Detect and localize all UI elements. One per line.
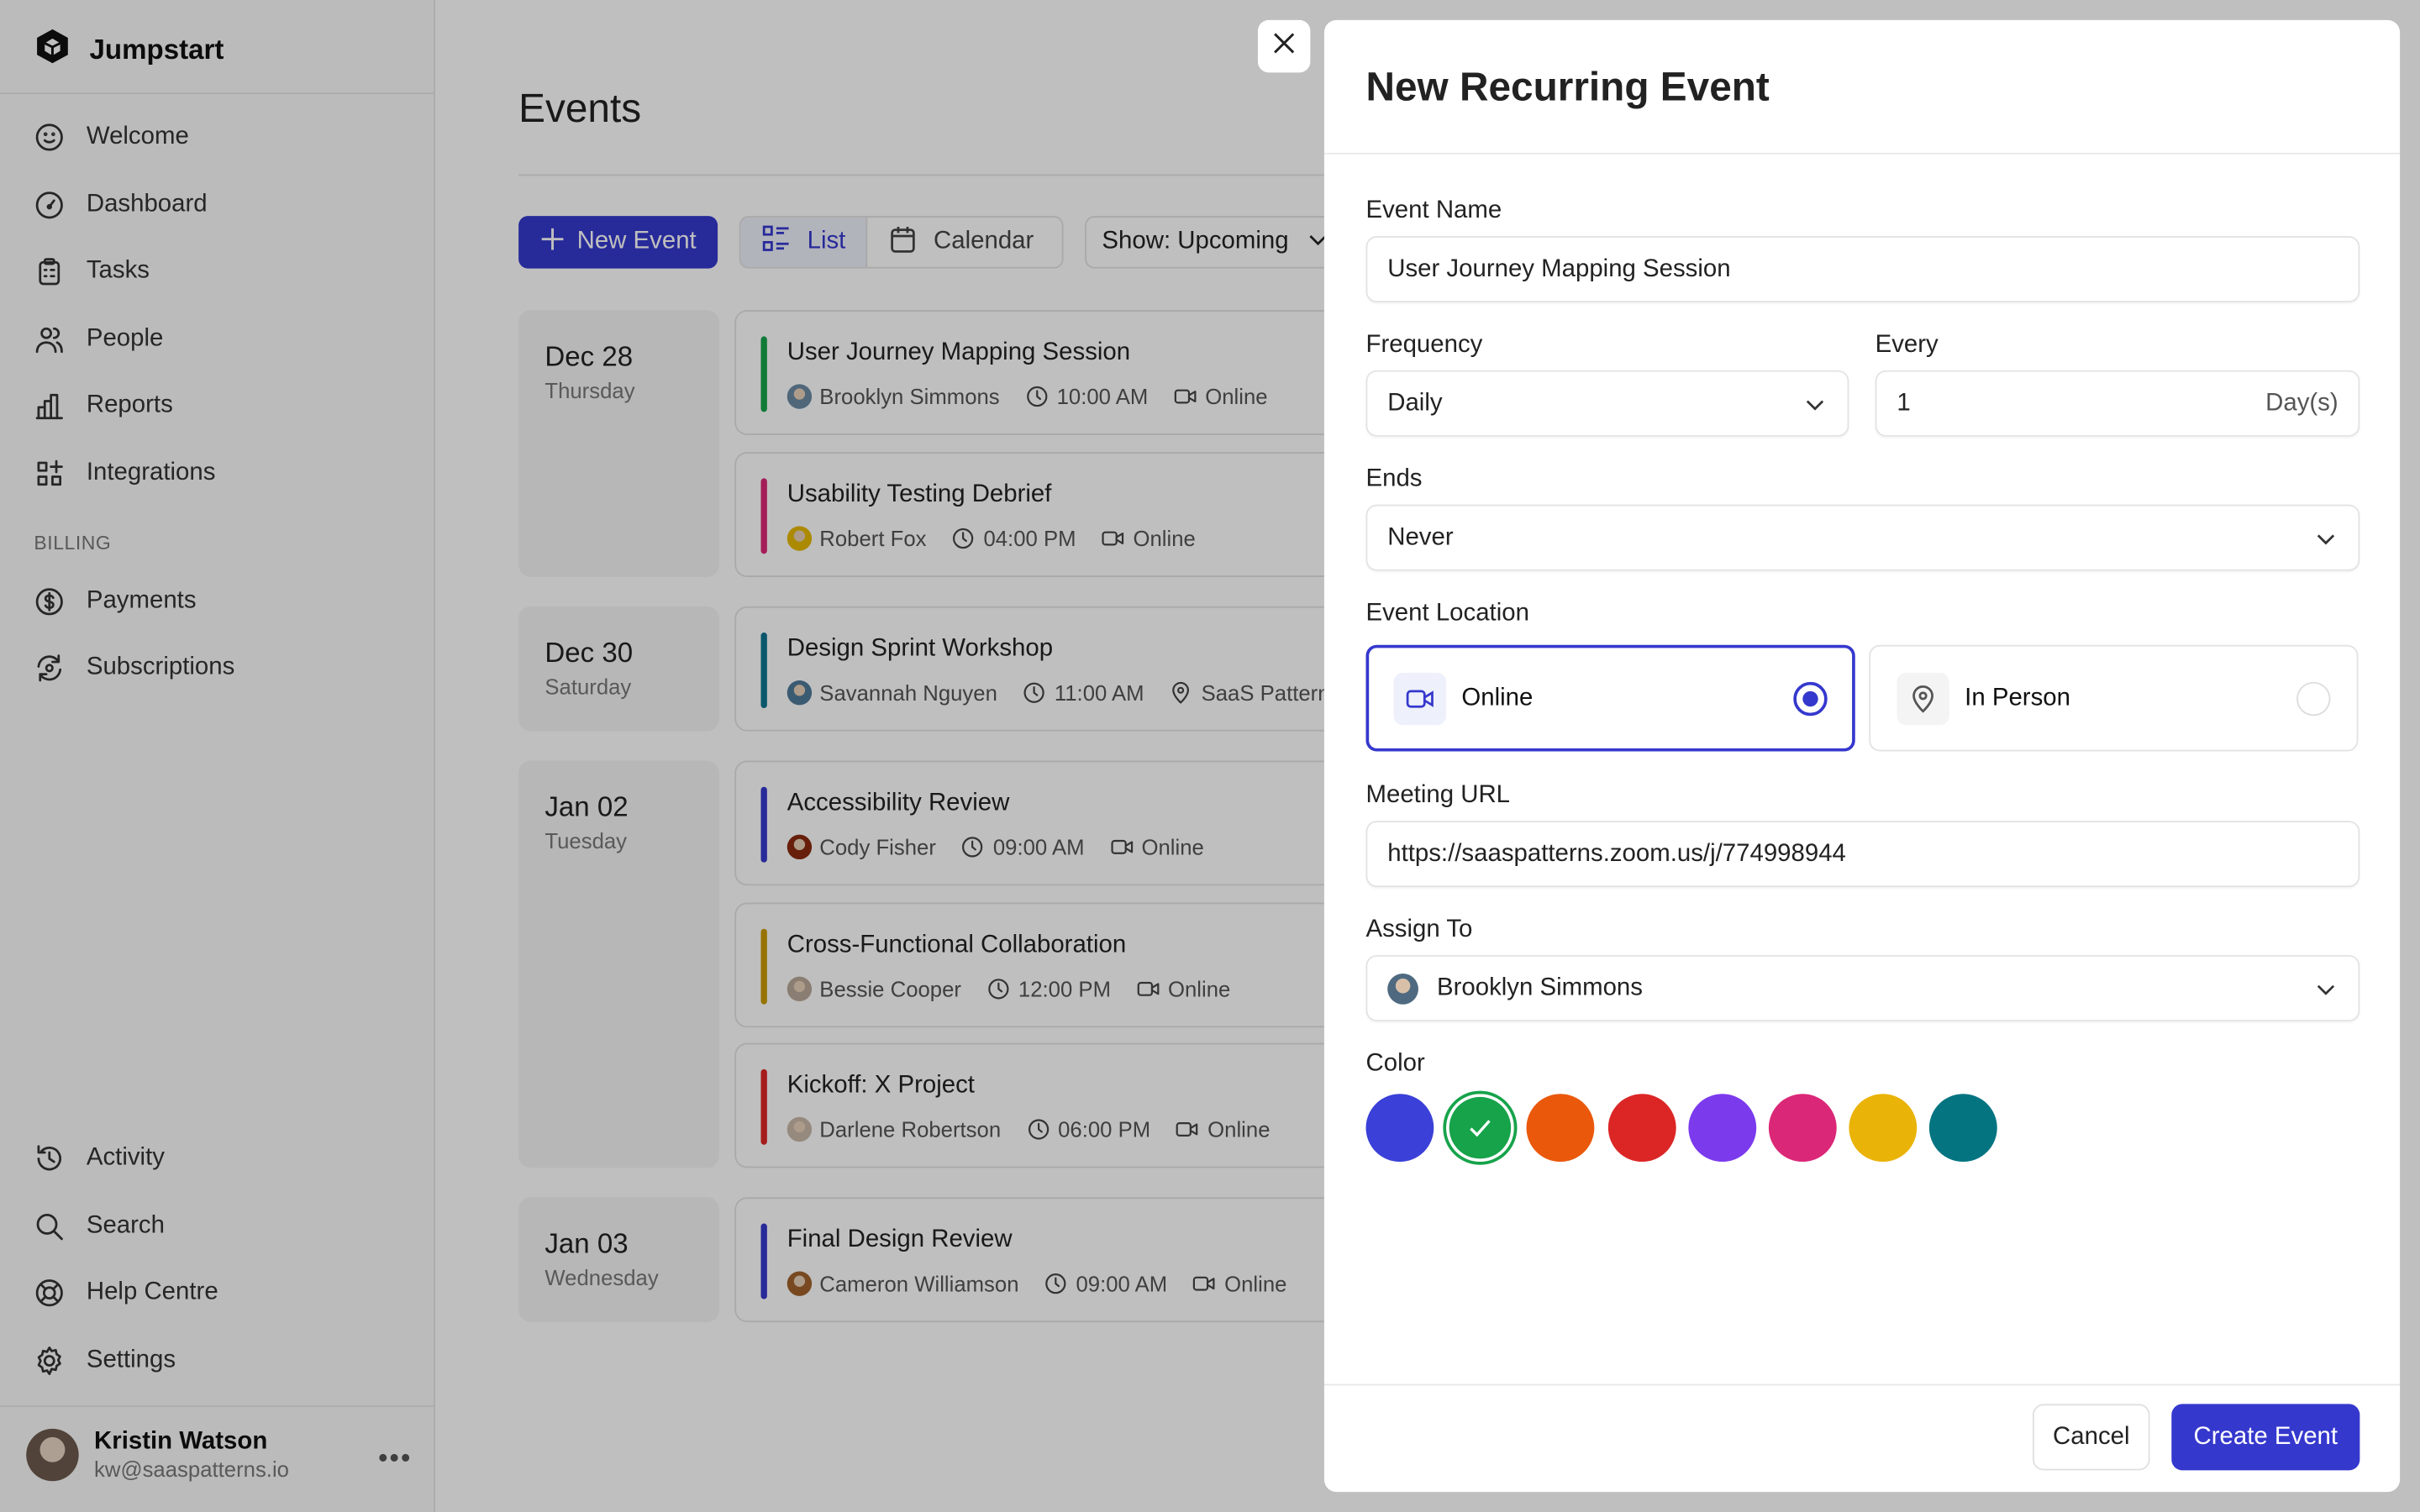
close-icon	[1271, 30, 1296, 63]
dialog-title: New Recurring Event	[1365, 63, 1770, 110]
every-input[interactable]: 1 Day(s)	[1875, 370, 2360, 437]
app-window: Jumpstart Welcome Dashboard Tasks People Rep…	[0, 0, 2420, 1512]
new-recurring-event-dialog: New Recurring Event Event Name User Jour…	[1323, 19, 2401, 1493]
in-person-label: In Person	[1965, 684, 2070, 711]
location-option-online[interactable]: Online	[1365, 644, 1855, 752]
event-name-input[interactable]: User Journey Mapping Session	[1365, 236, 2360, 303]
meeting-url-value: https://saaspatterns.zoom.us/j/774998944	[1387, 840, 1846, 867]
event-name-label: Event Name	[1365, 197, 1502, 224]
chevron-down-icon	[2313, 525, 2338, 549]
divider	[1323, 152, 2401, 155]
every-label: Every	[1875, 331, 1939, 359]
color-swatch[interactable]	[1688, 1094, 1756, 1163]
avatar	[1387, 973, 1418, 1004]
frequency-select[interactable]: Daily	[1365, 370, 1849, 437]
ends-select[interactable]: Never	[1365, 504, 2360, 571]
video-icon	[1393, 671, 1447, 725]
every-unit: Day(s)	[2265, 389, 2338, 417]
chevron-down-icon	[1802, 391, 1827, 416]
ends-label: Ends	[1365, 465, 1423, 492]
frequency-value: Daily	[1387, 389, 1443, 417]
frequency-label: Frequency	[1365, 331, 1483, 359]
event-name-value: User Journey Mapping Session	[1387, 255, 1731, 282]
create-event-button[interactable]: Create Event	[2171, 1404, 2360, 1471]
every-value: 1	[1897, 389, 1911, 417]
meeting-url-input[interactable]: https://saaspatterns.zoom.us/j/774998944	[1365, 821, 2360, 888]
color-swatch[interactable]	[1929, 1094, 1998, 1163]
location-option-in-person[interactable]: In Person	[1869, 644, 2359, 752]
ends-value: Never	[1387, 523, 1454, 550]
cancel-button[interactable]: Cancel	[2032, 1404, 2150, 1471]
assign-to-value: Brooklyn Simmons	[1437, 974, 1643, 1001]
color-swatch[interactable]	[1527, 1094, 1596, 1163]
online-radio[interactable]	[1793, 680, 1828, 716]
meeting-url-label: Meeting URL	[1365, 782, 1511, 809]
event-location-label: Event Location	[1365, 600, 1529, 627]
chevron-down-icon	[2313, 976, 2338, 1000]
map-pin-icon	[1897, 671, 1949, 725]
in-person-radio[interactable]	[2296, 680, 2331, 716]
assign-to-select[interactable]: Brooklyn Simmons	[1365, 954, 2360, 1021]
online-label: Online	[1461, 684, 1534, 711]
color-swatch[interactable]	[1446, 1094, 1515, 1163]
divider	[1323, 1383, 2401, 1386]
color-label: Color	[1365, 1050, 1425, 1078]
color-swatch[interactable]	[1365, 1094, 1434, 1163]
color-swatch[interactable]	[1607, 1094, 1676, 1163]
color-swatch[interactable]	[1849, 1094, 1918, 1163]
color-swatch[interactable]	[1768, 1094, 1837, 1163]
check-icon	[1466, 1114, 1494, 1142]
close-button[interactable]	[1257, 19, 1311, 73]
assign-to-label: Assign To	[1365, 916, 1473, 943]
